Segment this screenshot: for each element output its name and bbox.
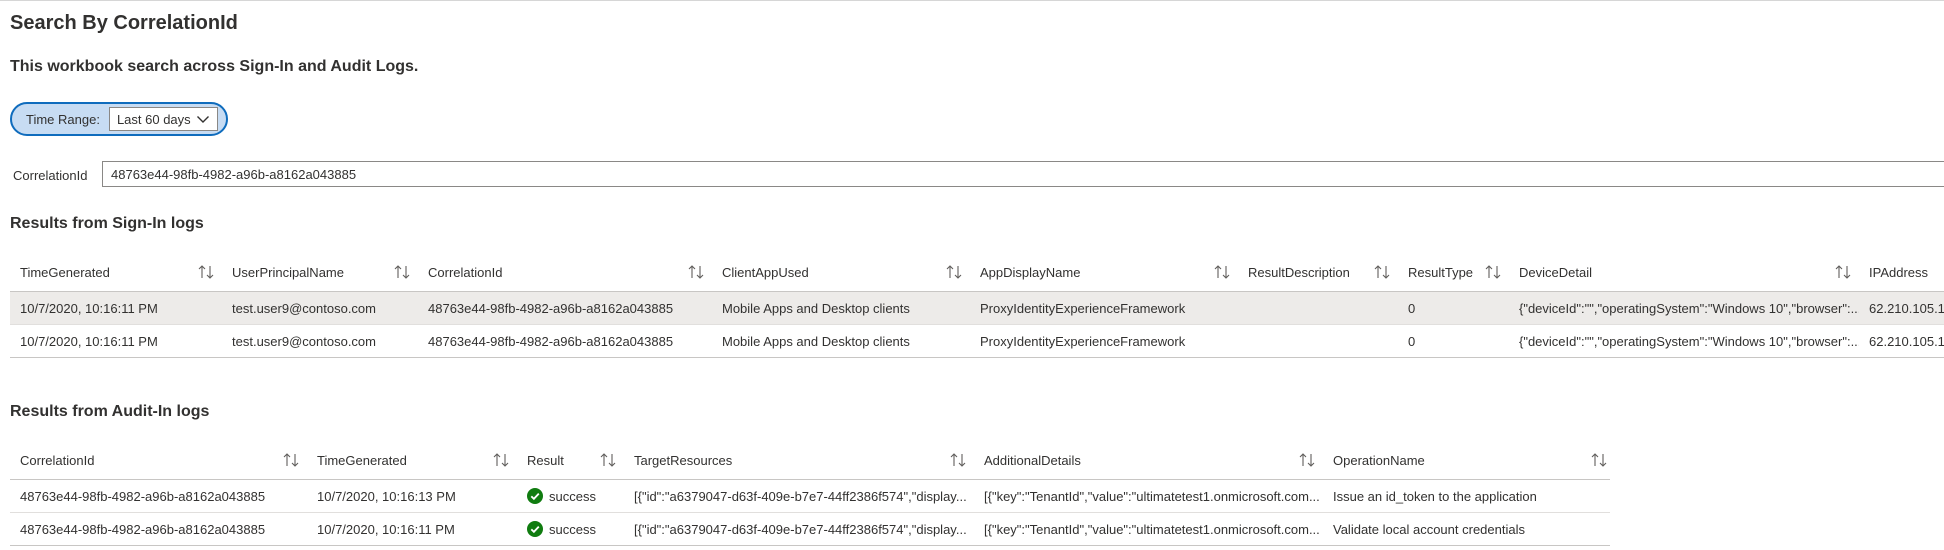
time-range-dropdown[interactable]: Last 60 days [108,107,218,131]
cell-appdisplayname: ProxyIdentityExperienceFramework [980,333,1186,349]
sort-arrows-icon[interactable] [945,264,963,280]
cell-devicedetail: {"deviceId":"","operatingSystem":"Window… [1519,300,1859,316]
cell-timegenerated: 10/7/2020, 10:16:13 PM [317,488,456,504]
cell-clientappused: Mobile Apps and Desktop clients [722,300,910,316]
table-row[interactable]: 10/7/2020, 10:16:11 PM test.user9@contos… [10,292,1944,324]
sort-arrows-icon[interactable] [687,264,705,280]
audit-header-additionaldetails[interactable]: AdditionalDetails [974,441,1323,479]
cell-resultdescription [1238,292,1398,324]
cell-correlationid: 48763e44-98fb-4982-a96b-a8162a043885 [428,300,674,316]
cell-timegenerated: 10/7/2020, 10:16:11 PM [20,300,158,316]
signin-header-devicedetail[interactable]: DeviceDetail [1509,253,1859,291]
sort-arrows-icon[interactable] [282,452,300,468]
cell-targetresources: [{"id":"a6379047-d63f-409e-b7e7-44ff2386… [634,521,967,537]
correlation-id-input[interactable] [102,161,1944,187]
sort-arrows-icon[interactable] [393,264,411,280]
signin-header-timegenerated[interactable]: TimeGenerated [10,253,222,291]
cell-operationname: Validate local account credentials [1333,521,1525,537]
signin-grid: TimeGenerated UserPrincipalName Correlat… [10,253,1944,358]
cell-targetresources: [{"id":"a6379047-d63f-409e-b7e7-44ff2386… [634,488,967,504]
sort-arrows-icon[interactable] [1590,452,1608,468]
signin-header-ipaddress[interactable]: IPAddress [1859,253,1944,291]
cell-ipaddress: 62.210.105.11 [1869,300,1944,316]
check-circle-icon [527,488,543,504]
check-circle-icon [527,521,543,537]
audit-header-correlationid[interactable]: CorrelationId [10,441,307,479]
result-text: success [549,488,596,504]
cell-timegenerated: 10/7/2020, 10:16:11 PM [20,333,158,349]
audit-section-title: Results from Audit-In logs [10,403,210,420]
row-divider [10,545,1610,546]
cell-userprincipalname: test.user9@contoso.com [232,333,376,349]
signin-header-row: TimeGenerated UserPrincipalName Correlat… [10,253,1944,291]
cell-clientappused: Mobile Apps and Desktop clients [722,333,910,349]
sort-arrows-icon[interactable] [1298,452,1316,468]
cell-additionaldetails: [{"key":"TenantId","value":"ultimatetest… [984,521,1320,537]
audit-header-row: CorrelationId TimeGenerated Result Targe… [10,441,1610,479]
cell-correlationid: 48763e44-98fb-4982-a96b-a8162a043885 [20,488,266,504]
audit-header-operationname[interactable]: OperationName [1323,441,1610,479]
cell-result: success [517,513,624,545]
audit-grid: CorrelationId TimeGenerated Result Targe… [10,441,1610,546]
sort-arrows-icon[interactable] [949,452,967,468]
cell-additionaldetails: [{"key":"TenantId","value":"ultimatetest… [984,488,1320,504]
cell-timegenerated: 10/7/2020, 10:16:11 PM [317,521,455,537]
cell-result: success [517,480,624,512]
cell-appdisplayname: ProxyIdentityExperienceFramework [980,300,1186,316]
audit-header-targetresources[interactable]: TargetResources [624,441,974,479]
sort-arrows-icon[interactable] [492,452,510,468]
cell-userprincipalname: test.user9@contoso.com [232,300,376,316]
sort-arrows-icon[interactable] [197,264,215,280]
sort-arrows-icon[interactable] [1373,264,1391,280]
cell-correlationid: 48763e44-98fb-4982-a96b-a8162a043885 [428,333,674,349]
top-divider [0,0,1944,1]
signin-header-clientappused[interactable]: ClientAppUsed [712,253,970,291]
table-row[interactable]: 48763e44-98fb-4982-a96b-a8162a043885 10/… [10,513,1610,545]
sort-arrows-icon[interactable] [1484,264,1502,280]
time-range-label: Time Range: [26,111,100,127]
cell-ipaddress: 62.210.105.11 [1869,333,1944,349]
cell-correlationid: 48763e44-98fb-4982-a96b-a8162a043885 [20,521,266,537]
result-text: success [549,521,596,537]
table-row[interactable]: 48763e44-98fb-4982-a96b-a8162a043885 10/… [10,480,1610,512]
signin-header-correlationid[interactable]: CorrelationId [418,253,712,291]
cell-operationname: Issue an id_token to the application [1333,488,1537,504]
chevron-down-icon [196,116,209,123]
page-title: Search By CorrelationId [10,12,238,34]
row-divider [10,357,1944,358]
signin-header-userprincipalname[interactable]: UserPrincipalName [222,253,418,291]
sort-arrows-icon[interactable] [1213,264,1231,280]
signin-section-title: Results from Sign-In logs [10,215,204,232]
signin-header-appdisplayname[interactable]: AppDisplayName [970,253,1238,291]
time-range-value: Last 60 days [116,111,191,127]
time-range-pill[interactable]: Time Range: Last 60 days [10,102,228,136]
cell-resultdescription [1238,325,1398,357]
cell-devicedetail: {"deviceId":"","operatingSystem":"Window… [1519,333,1859,349]
cell-resulttype: 0 [1408,300,1416,316]
sort-arrows-icon[interactable] [599,452,617,468]
correlation-id-label: CorrelationId [13,168,88,183]
audit-header-timegenerated[interactable]: TimeGenerated [307,441,517,479]
page-subtitle: This workbook search across Sign-In and … [10,58,419,75]
table-row[interactable]: 10/7/2020, 10:16:11 PM test.user9@contos… [10,325,1944,357]
cell-resulttype: 0 [1408,333,1416,349]
sort-arrows-icon[interactable] [1834,264,1852,280]
